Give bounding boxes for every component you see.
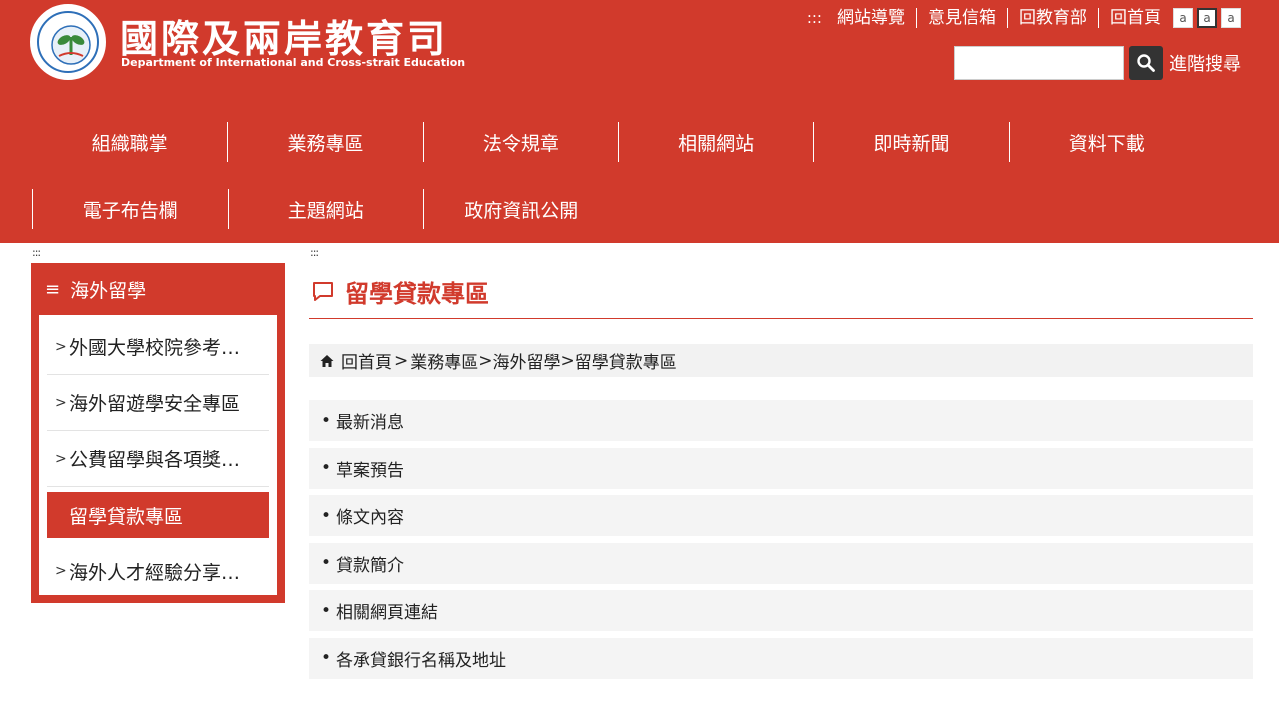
font-small-button[interactable]: a bbox=[1173, 8, 1193, 28]
chevron-right-icon: > bbox=[55, 338, 67, 355]
site-header: 國際及兩岸教育司 Department of International and… bbox=[0, 0, 1279, 243]
sidebar-item-study-loans[interactable]: > 留學貸款專區 bbox=[47, 492, 269, 538]
link-sitemap[interactable]: 網站導覽 bbox=[826, 8, 917, 28]
breadcrumb: 回首頁 > 業務專區 > 海外留學 > 留學貸款專區 bbox=[309, 344, 1253, 377]
search-button[interactable] bbox=[1129, 46, 1163, 80]
search-bar: 進階搜尋 bbox=[954, 46, 1241, 80]
search-icon bbox=[1137, 54, 1155, 72]
ministry-seal-logo[interactable] bbox=[30, 4, 106, 80]
page-title: 留學貸款專區 bbox=[311, 274, 489, 309]
sidebar-item-experience-sharing[interactable]: > 海外人才經驗分享… bbox=[47, 543, 269, 599]
nav-item-downloads[interactable]: 資料下載 bbox=[1008, 122, 1204, 162]
sidebar: ≡ 海外留學 > 外國大學校院參考… > 海外留遊學安全專區 > 公費留學與各項… bbox=[31, 263, 285, 603]
sidebar-header[interactable]: ≡ 海外留學 bbox=[31, 263, 285, 315]
sidebar-item-label: 外國大學校院參考… bbox=[69, 337, 241, 359]
nav-item-regulations[interactable]: 法令規章 bbox=[422, 122, 618, 162]
title-divider bbox=[309, 318, 1253, 319]
breadcrumb-current: 留學貸款專區 bbox=[574, 353, 677, 373]
link-feedback[interactable]: 意見信箱 bbox=[917, 8, 1008, 28]
nav-item-gov-info[interactable]: 政府資訊公開 bbox=[423, 189, 619, 229]
bullet-icon: • bbox=[321, 600, 332, 621]
font-large-button[interactable]: a bbox=[1221, 8, 1241, 28]
chevron-right-icon: > bbox=[55, 563, 67, 579]
bullet-icon: • bbox=[321, 410, 332, 431]
nav-item-news[interactable]: 即時新聞 bbox=[813, 122, 1008, 162]
hamburger-icon: ≡ bbox=[45, 278, 61, 300]
list-item-articles[interactable]: • 條文內容 bbox=[309, 495, 1253, 536]
list-item-label: 最新消息 bbox=[336, 413, 405, 433]
sidebar-title: 海外留學 bbox=[70, 279, 147, 302]
list-item-label: 草案預告 bbox=[336, 460, 405, 481]
chevron-right-icon: > bbox=[55, 394, 67, 411]
list-item-loan-intro[interactable]: • 貸款簡介 bbox=[309, 542, 1253, 584]
list-item-draft-notice[interactable]: • 草案預告 bbox=[309, 447, 1253, 489]
breadcrumb-separator: > bbox=[478, 350, 493, 371]
seal-emblem-icon bbox=[51, 25, 91, 65]
comment-icon bbox=[313, 281, 333, 301]
sidebar-list: > 外國大學校院參考… > 海外留遊學安全專區 > 公費留學與各項獎… > 留學… bbox=[39, 315, 277, 595]
sidebar-item-label: 海外留遊學安全專區 bbox=[69, 393, 241, 415]
link-moe[interactable]: 回教育部 bbox=[1008, 8, 1099, 28]
font-size-switcher: a a a bbox=[1173, 8, 1241, 28]
breadcrumb-separator: > bbox=[394, 350, 409, 371]
list-item-banks[interactable]: • 各承貸銀行名稱及地址 bbox=[309, 637, 1253, 679]
sidebar-item-label: 公費留學與各項獎… bbox=[69, 449, 241, 471]
list-item-latest-news[interactable]: • 最新消息 bbox=[309, 400, 1253, 441]
bullet-icon: • bbox=[321, 553, 332, 573]
link-home[interactable]: 回首頁 bbox=[1099, 8, 1173, 28]
site-title-zh[interactable]: 國際及兩岸教育司 bbox=[120, 8, 448, 63]
main-nav-row-1: 組織職掌 業務專區 法令規章 相關網站 即時新聞 資料下載 bbox=[32, 122, 1204, 162]
sidebar-item-label: 海外人才經驗分享… bbox=[69, 561, 241, 584]
font-medium-button[interactable]: a bbox=[1197, 8, 1217, 28]
breadcrumb-home[interactable]: 回首頁 bbox=[341, 348, 392, 373]
list-item-related-links[interactable]: • 相關網頁連結 bbox=[309, 590, 1253, 631]
nav-item-bulletin[interactable]: 電子布告欄 bbox=[32, 189, 228, 229]
advanced-search-link[interactable]: 進階搜尋 bbox=[1169, 50, 1241, 76]
list-item-label: 各承貸銀行名稱及地址 bbox=[336, 650, 507, 671]
main-accesskey-marker[interactable]: ::: bbox=[310, 246, 319, 259]
nav-item-related-sites[interactable]: 相關網站 bbox=[617, 122, 813, 162]
list-item-label: 貸款簡介 bbox=[336, 555, 405, 576]
bullet-icon: • bbox=[321, 458, 332, 478]
breadcrumb-separator: > bbox=[560, 350, 575, 371]
search-input[interactable] bbox=[954, 46, 1124, 80]
site-title-en[interactable]: Department of International and Cross-st… bbox=[121, 56, 465, 69]
breadcrumb-business[interactable]: 業務專區 bbox=[410, 348, 478, 373]
content-link-list: • 最新消息 • 草案預告 • 條文內容 • 貸款簡介 • 相關網頁連結 • 各… bbox=[309, 400, 1253, 685]
sidebar-item-safety[interactable]: > 海外留遊學安全專區 bbox=[47, 375, 269, 431]
nav-item-business[interactable]: 業務專區 bbox=[227, 122, 422, 162]
chevron-right-icon: > bbox=[55, 450, 67, 467]
home-icon bbox=[319, 353, 335, 369]
top-links: ::: 網站導覽 意見信箱 回教育部 回首頁 a a a bbox=[807, 6, 1241, 30]
bullet-icon: • bbox=[321, 648, 332, 668]
breadcrumb-overseas-study[interactable]: 海外留學 bbox=[493, 348, 561, 373]
main-nav-row-2: 電子布告欄 主題網站 政府資訊公開 bbox=[32, 189, 1204, 229]
sidebar-item-foreign-universities[interactable]: > 外國大學校院參考… bbox=[47, 319, 269, 375]
left-accesskey-marker[interactable]: ::: bbox=[32, 246, 41, 259]
page-title-text: 留學貸款專區 bbox=[345, 280, 489, 308]
bullet-icon: • bbox=[321, 505, 332, 526]
nav-item-organization[interactable]: 組織職掌 bbox=[32, 122, 227, 162]
accesskey-marker[interactable]: ::: bbox=[807, 9, 822, 27]
sidebar-item-scholarships[interactable]: > 公費留學與各項獎… bbox=[47, 431, 269, 487]
sidebar-item-label: 留學貸款專區 bbox=[69, 505, 184, 528]
nav-item-theme-sites[interactable]: 主題網站 bbox=[227, 189, 424, 229]
list-item-label: 條文內容 bbox=[336, 508, 405, 528]
list-item-label: 相關網頁連結 bbox=[336, 603, 439, 623]
